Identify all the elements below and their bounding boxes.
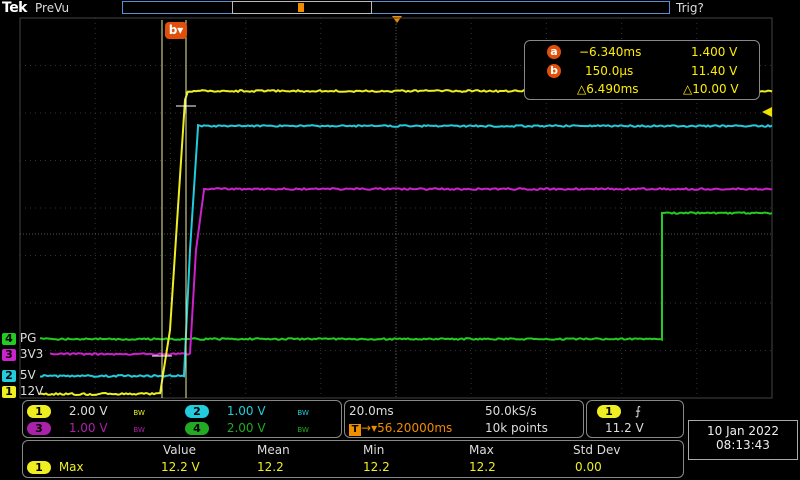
ch4-badge: 4 — [185, 422, 209, 435]
channel-4-label[interactable]: 4 PG — [2, 331, 36, 345]
date: 10 Jan 2022 — [689, 424, 797, 438]
cursor-delta-volts: △10.00 V — [683, 82, 739, 96]
cursor-b-marker[interactable]: b▾ — [165, 22, 187, 39]
cursor-b-volts: 11.40 V — [691, 64, 737, 78]
meas-name: Max — [59, 460, 84, 474]
trigger-level: 11.2 V — [605, 421, 644, 435]
meas-min: 12.2 — [363, 460, 390, 474]
meas-stddev: 0.00 — [575, 460, 602, 474]
channel-4-name: PG — [20, 331, 37, 345]
sample-rate: 50.0kS/s — [485, 404, 537, 418]
ch1-badge: 1 — [27, 405, 51, 418]
timebase: 20.0ms — [349, 404, 394, 418]
record-length: 10k points — [485, 421, 548, 435]
trigger-source-badge: 1 — [597, 405, 621, 418]
cursor-b-label: b — [169, 23, 178, 37]
meas-source-badge: 1 — [27, 461, 51, 474]
ch4-scale-value: 2.00 V — [227, 421, 266, 435]
meas-max: 12.2 — [469, 460, 496, 474]
cursor-a-time: −6.340ms — [579, 45, 641, 59]
meas-value: 12.2 V — [161, 460, 200, 474]
waveform-traces — [40, 90, 772, 395]
ch3-bw-icon: BW — [133, 426, 144, 434]
ch2-bw-icon: BW — [297, 409, 308, 417]
meas-row-source[interactable]: 1 Max — [27, 460, 84, 474]
channel-1-label[interactable]: 1 12V — [2, 384, 43, 398]
datetime-panel: 10 Jan 2022 08:13:43 — [688, 420, 798, 460]
channel-4-number: 4 — [2, 333, 16, 345]
ch2-scale-value: 1.00 V — [227, 404, 266, 418]
ch3-scale-value: 1.00 V — [69, 421, 108, 435]
vertical-settings-panel[interactable]: 1 2.00 V BW 2 1.00 V BW 3 1.00 V BW 4 2.… — [22, 400, 342, 438]
cursor-b-badge: b — [547, 64, 561, 78]
channel-2-name: 5V — [20, 368, 36, 382]
meas-header-value: Value — [163, 443, 196, 457]
channel-1-number: 1 — [2, 386, 16, 398]
measurement-panel[interactable]: Value Mean Min Max Std Dev 1 Max 12.2 V … — [22, 440, 684, 478]
cursor-readout-panel[interactable]: a −6.340ms 1.400 V b 150.0µs 11.40 V △6.… — [524, 40, 760, 100]
channel-2-number: 2 — [2, 370, 16, 382]
ch1-scale-value: 2.00 V — [69, 404, 108, 418]
ch2-scale[interactable]: 2 1.00 V BW — [185, 404, 309, 418]
meas-header-min: Min — [363, 443, 384, 457]
channel-3-label[interactable]: 3 3V3 — [2, 347, 43, 361]
cursor-a-volts: 1.400 V — [691, 45, 737, 59]
trigger-source[interactable]: 1 ⨍ — [597, 404, 641, 418]
ch4-scale[interactable]: 4 2.00 V BW — [185, 421, 309, 435]
horizontal-position[interactable]: T →▾56.20000ms — [349, 421, 452, 436]
channel-2-label[interactable]: 2 5V — [2, 368, 36, 382]
cursor-delta-time: △6.490ms — [577, 82, 639, 96]
cursor-b-time: 150.0µs — [585, 64, 633, 78]
horizontal-position-value: ▾56.20000ms — [371, 421, 452, 435]
ch3-badge: 3 — [27, 422, 51, 435]
meas-header-stddev: Std Dev — [573, 443, 620, 457]
horizontal-settings-panel[interactable]: 20.0ms 50.0kS/s T →▾56.20000ms 10k points — [344, 400, 584, 438]
channel-1-name: 12V — [20, 384, 43, 398]
meas-header-mean: Mean — [257, 443, 290, 457]
trigger-slope-icon: ⨍ — [635, 404, 641, 418]
ch2-badge: 2 — [185, 405, 209, 418]
trace-ch4-pg — [40, 212, 772, 340]
trigger-level-arrow-icon — [762, 107, 772, 117]
cursor-a-badge: a — [547, 45, 561, 59]
channel-3-name: 3V3 — [20, 347, 43, 361]
ch3-scale[interactable]: 3 1.00 V BW — [27, 421, 145, 435]
meas-mean: 12.2 — [257, 460, 284, 474]
meas-header-max: Max — [469, 443, 494, 457]
time: 08:13:43 — [689, 438, 797, 452]
ch1-bw-icon: BW — [133, 409, 144, 417]
trigger-settings-panel[interactable]: 1 ⨍ 11.2 V — [586, 400, 684, 438]
trigger-t-icon: T — [349, 424, 361, 436]
ch1-scale[interactable]: 1 2.00 V BW — [27, 404, 145, 418]
channel-3-number: 3 — [2, 349, 16, 361]
ch4-bw-icon: BW — [297, 426, 308, 434]
